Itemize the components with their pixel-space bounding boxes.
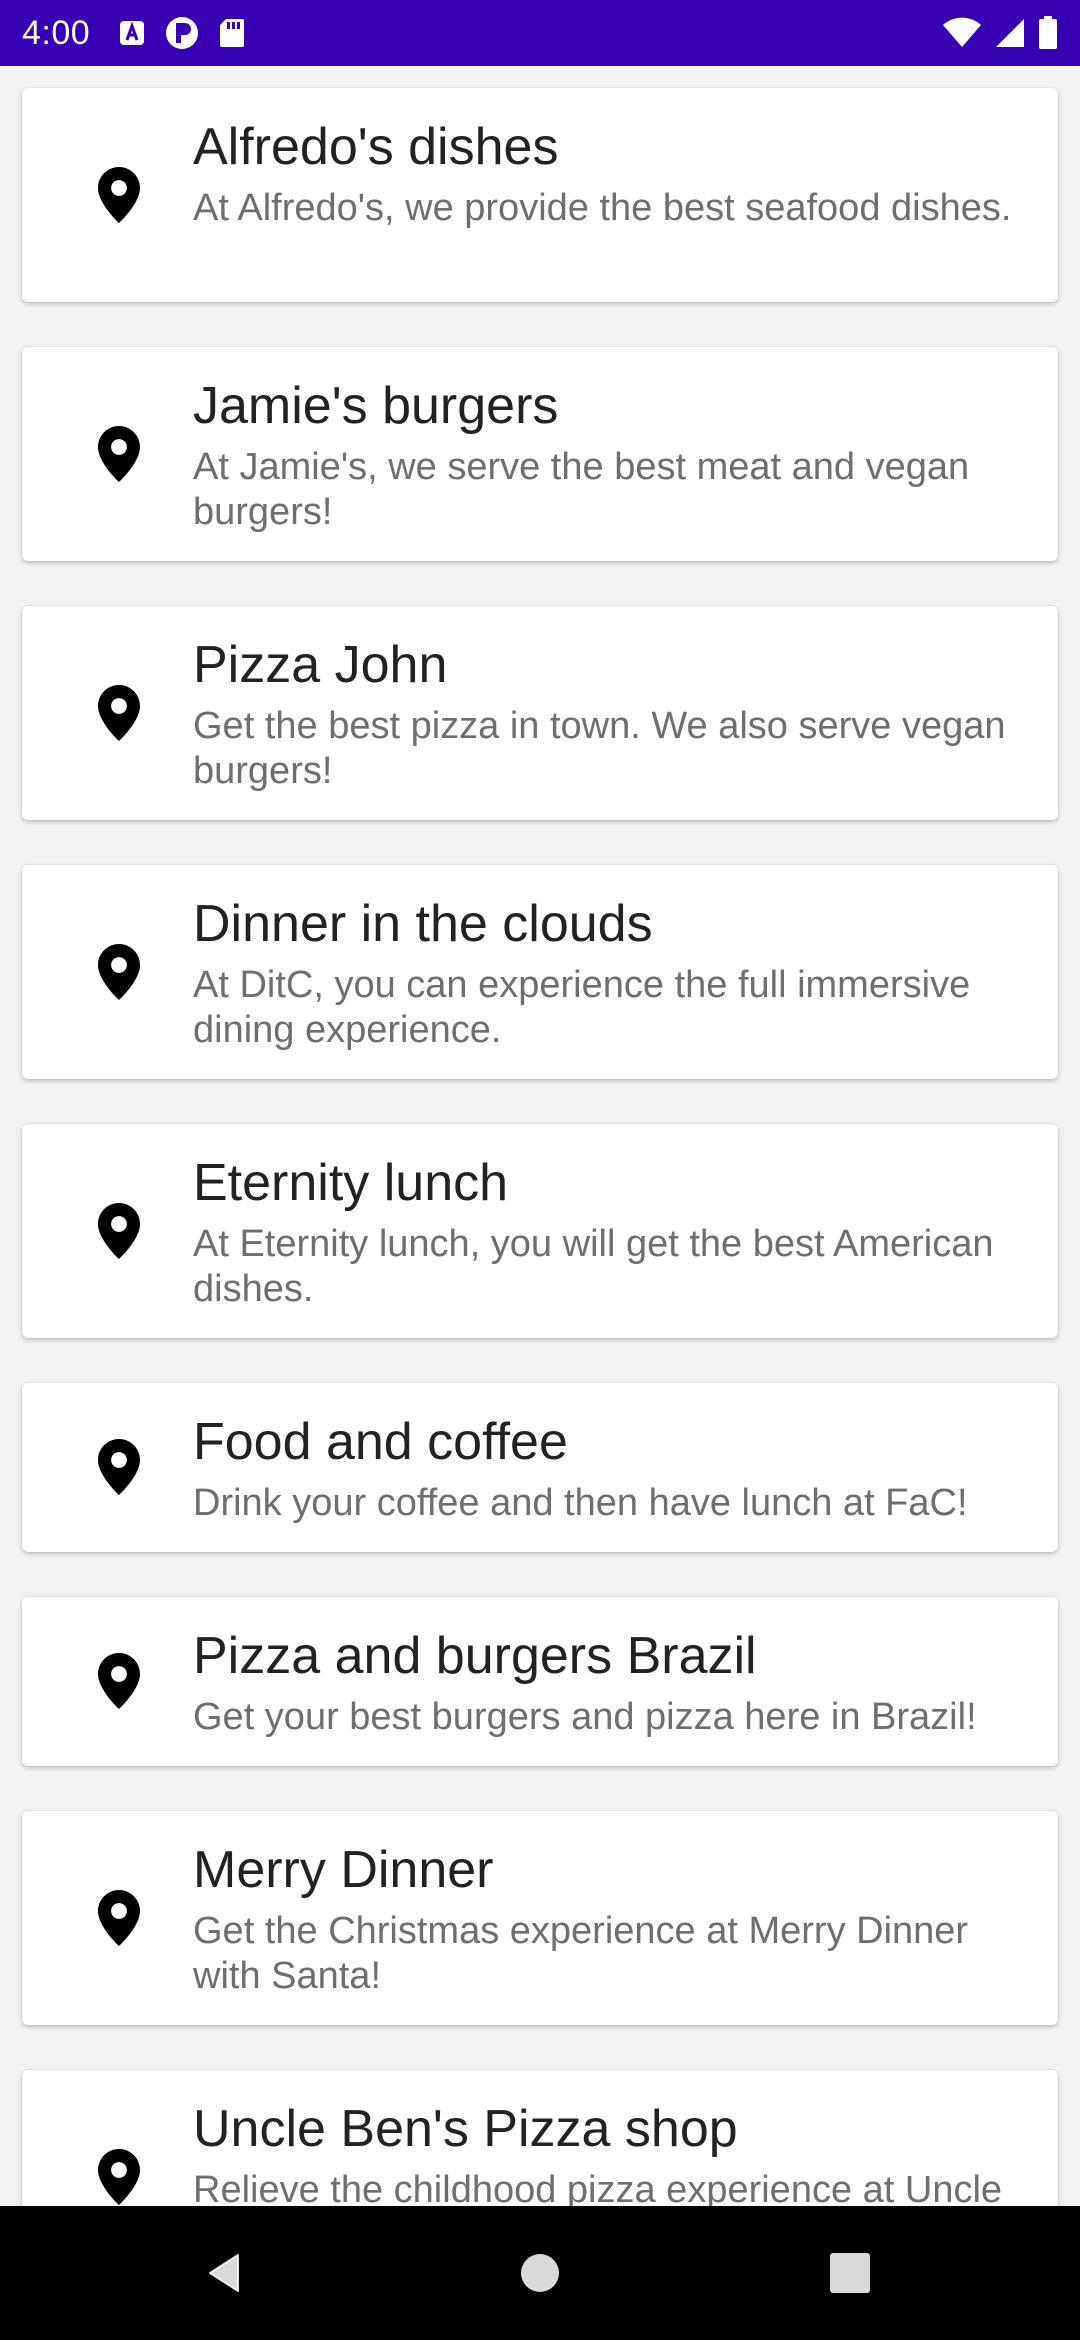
text-a-notification-icon (118, 19, 146, 47)
location-pin-icon (98, 1203, 140, 1259)
recents-button[interactable] (770, 2206, 930, 2340)
location-pin-icon (98, 944, 140, 1000)
restaurant-description: At Jamie's, we serve the best meat and v… (193, 446, 970, 533)
list-item[interactable]: Pizza and burgers Brazil Get your best b… (22, 1597, 1058, 1766)
recents-square-icon (830, 2253, 870, 2293)
sd-card-icon (218, 17, 246, 49)
location-pin-icon (98, 1890, 140, 1946)
location-pin-icon (98, 1653, 140, 1709)
status-bar: 4:00 (0, 0, 1080, 66)
font-p-notification-icon (164, 15, 200, 51)
restaurant-description: At DitC, you can experience the full imm… (193, 964, 971, 1051)
restaurant-name: Food and coffee (193, 1413, 568, 1471)
location-pin-icon (98, 167, 140, 223)
location-pin-icon (98, 685, 140, 741)
notification-icons (118, 15, 246, 51)
list-item[interactable]: Alfredo's dishes At Alfredo's, we provid… (22, 88, 1058, 302)
home-circle-icon (521, 2254, 559, 2292)
location-pin-icon (98, 426, 140, 482)
restaurant-description: Get the best pizza in town. We also serv… (193, 705, 1006, 792)
restaurant-description: Relieve the childhood pizza experience a… (193, 2169, 1003, 2206)
restaurant-description: Drink your coffee and then have lunch at… (193, 1482, 968, 1524)
list-item[interactable]: Jamie's burgers At Jamie's, we serve the… (22, 347, 1058, 561)
restaurant-description: Get your best burgers and pizza here in … (193, 1696, 977, 1738)
restaurant-list[interactable]: Alfredo's dishes At Alfredo's, we provid… (0, 66, 1080, 2206)
list-item[interactable]: Eternity lunch At Eternity lunch, you wi… (22, 1124, 1058, 1338)
list-item[interactable]: Merry Dinner Get the Christmas experienc… (22, 1811, 1058, 2025)
list-item[interactable]: Pizza John Get the best pizza in town. W… (22, 606, 1058, 820)
battery-icon (1038, 16, 1058, 50)
restaurant-name: Alfredo's dishes (193, 118, 559, 176)
restaurant-name: Merry Dinner (193, 1841, 494, 1899)
restaurant-description: Get the Christmas experience at Merry Di… (193, 1910, 969, 1997)
list-item[interactable]: Dinner in the clouds At DitC, you can ex… (22, 865, 1058, 1079)
cellular-signal-icon (994, 17, 1026, 49)
status-time: 4:00 (22, 13, 91, 52)
restaurant-name: Dinner in the clouds (193, 895, 653, 953)
back-triangle-icon (209, 2254, 239, 2292)
navigation-bar (0, 2206, 1080, 2340)
location-pin-icon (98, 2149, 140, 2205)
system-status-icons (942, 16, 1058, 50)
wifi-icon (942, 17, 982, 49)
restaurant-name: Uncle Ben's Pizza shop (193, 2100, 738, 2158)
restaurant-name: Pizza John (193, 636, 448, 694)
restaurant-name: Jamie's burgers (193, 377, 559, 435)
restaurant-description: At Eternity lunch, you will get the best… (193, 1223, 994, 1310)
home-button[interactable] (460, 2206, 620, 2340)
restaurant-description: At Alfredo's, we provide the best seafoo… (193, 187, 1012, 229)
list-item[interactable]: Food and coffee Drink your coffee and th… (22, 1383, 1058, 1552)
restaurant-name: Pizza and burgers Brazil (193, 1627, 757, 1685)
restaurant-name: Eternity lunch (193, 1154, 509, 1212)
location-pin-icon (98, 1439, 140, 1495)
list-item[interactable]: Uncle Ben's Pizza shop Relieve the child… (22, 2070, 1058, 2206)
back-button[interactable] (146, 2206, 306, 2340)
